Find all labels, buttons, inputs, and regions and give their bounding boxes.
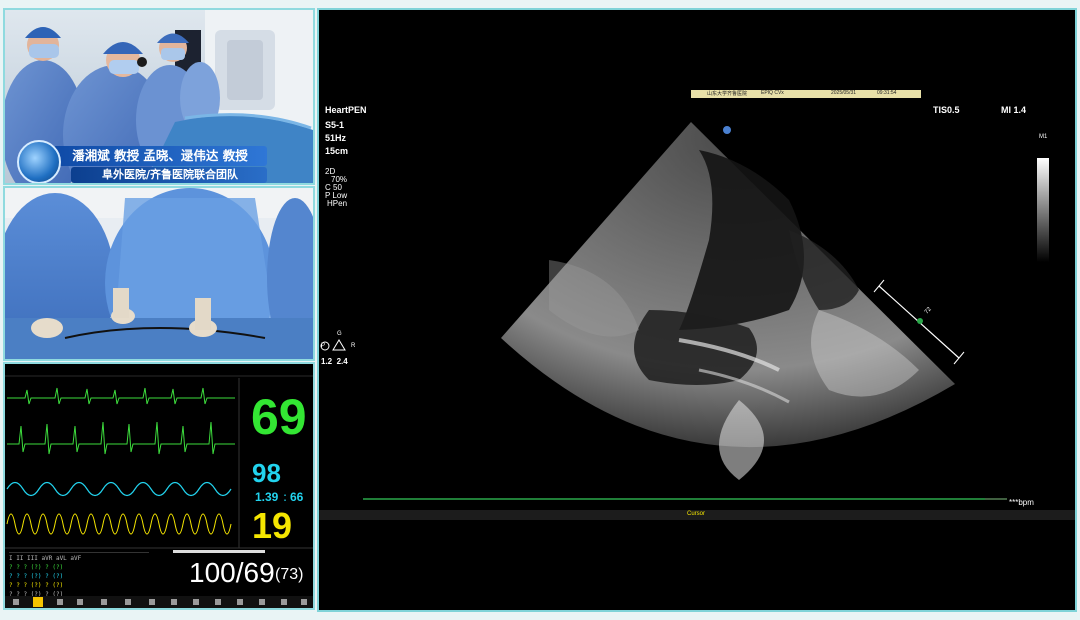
patient-monitor: I II III aVR aVL aVF ? ? ? (?) ? (?) ? ?…: [3, 362, 315, 610]
svg-text:? ? ? (?) ? (?): ? ? ? (?) ? (?): [9, 564, 63, 571]
respiration-rate-value: 19: [252, 505, 293, 546]
surgery-scene-middle: [5, 188, 313, 359]
probe-orientation-icon: [723, 126, 731, 134]
focus-p-label: P: [321, 343, 326, 349]
ultrasound-image: [319, 10, 1075, 610]
caption-banner: 潘湘斌 教授 孟晓、逯伟达 教授 阜外医院/齐鲁医院联合团队: [13, 138, 275, 183]
system-label: EPIQ CVx: [761, 90, 784, 96]
surgeon-names: 潘湘斌 教授 孟晓、逯伟达 教授: [72, 148, 248, 163]
focus-g-label: G: [337, 331, 342, 337]
tis-label: TIS0.5: [933, 105, 960, 115]
svg-text:? ? ? (?) ? (?): ? ? ? (?) ? (?): [9, 573, 63, 580]
parameter-table: [9, 552, 149, 553]
gray-scale-bar: [1037, 158, 1049, 262]
preset-label: HeartPEN: [325, 105, 367, 115]
focus-r-label: R: [351, 343, 356, 349]
caliper-marker[interactable]: [917, 318, 923, 324]
date-label: 2025/05/31: [831, 90, 857, 96]
depth-label: 15cm: [325, 146, 349, 156]
cursor-label[interactable]: Cursor: [687, 511, 705, 517]
time-label: 09:31:54: [877, 90, 897, 96]
surgery-video-middle: [3, 186, 315, 361]
nibp-mean-value: (73): [275, 566, 304, 583]
mi-label: MI 1.4: [1001, 105, 1027, 115]
team-name: 阜外医院/齐鲁医院联合团队: [101, 168, 239, 181]
gray-map-label: M1: [1039, 134, 1048, 140]
hospital-logo-icon: [17, 140, 61, 183]
frame-rate-label: 51Hz: [325, 133, 347, 143]
perfusion-index-value: 1.39: [255, 490, 279, 504]
spo2-value: 98: [252, 458, 281, 488]
bpm-label: ***bpm: [1009, 498, 1034, 507]
pulse-rate-value: 66: [290, 490, 304, 504]
svg-text:I II III aVR aVL aVF: I II III aVR aVL aVF: [9, 555, 82, 562]
ultrasound-display: 山东大学齐鲁医院 EPIQ CVx 2025/05/31 09:31:54 He…: [317, 8, 1077, 612]
svg-text:? ? ? (?) ? (?): ? ? ? (?) ? (?): [9, 582, 63, 589]
heart-rate-value: 69: [251, 389, 307, 445]
probe-label: S5-1: [325, 120, 345, 130]
nibp-value: 100/69: [189, 557, 275, 588]
hospital-name-label: 山东大学齐鲁医院: [707, 91, 748, 97]
surgery-video-top: 潘湘斌 教授 孟晓、逯伟达 教授 阜外医院/齐鲁医院联合团队: [3, 8, 315, 185]
pulse-separator: :: [283, 490, 288, 504]
focus-depth-values: 1.2 2.4: [321, 357, 348, 366]
harmonic-label: HPen: [327, 199, 348, 208]
